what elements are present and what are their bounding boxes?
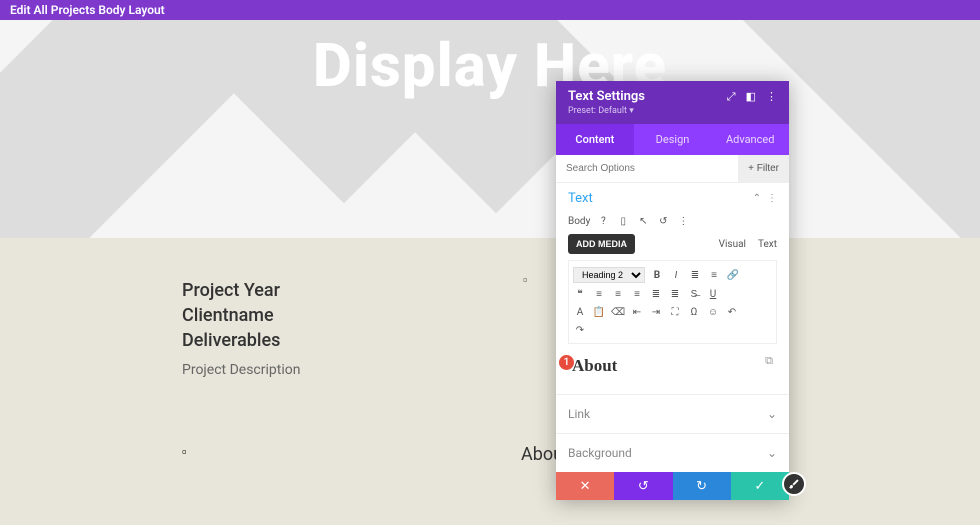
more-icon[interactable]: ⋮ [767,193,777,204]
section-title-link: Link [568,407,590,421]
rte-toolbar: Heading 2 B I ≣ ≡ 🔗 ❝ ≡ ≡ ≡ ≣ ≣ S̶ U A 📋… [568,260,777,344]
top-bar: Edit All Projects Body Layout [0,0,980,20]
visual-tab[interactable]: Visual [719,239,746,250]
add-media-button[interactable]: ADD MEDIA [568,234,635,254]
redo-button[interactable]: ↻ [673,472,731,500]
body-label: Body [568,216,590,227]
expand-icon[interactable]: ⤢ [727,90,736,104]
undo-button[interactable]: ↺ [614,472,672,500]
strike-icon[interactable]: S̶ [687,287,701,301]
broken-image-icon [523,272,530,288]
editor-area[interactable]: 1 About ⧉ [568,344,777,386]
ol-icon[interactable]: ≡ [707,268,721,282]
step-marker: 1 [558,354,575,371]
content-area: Project Year Clientname Deliverables Pro… [0,238,980,378]
align-left-icon[interactable]: ≡ [592,287,606,301]
italic-icon[interactable]: I [669,268,683,282]
link-icon[interactable]: 🔗 [726,268,740,282]
panel-tabs: Content Design Advanced [556,124,789,155]
panel-title: Text Settings [568,89,645,104]
chevron-down-icon: ⌄ [767,446,777,460]
topbar-title: Edit All Projects Body Layout [10,3,165,17]
search-input[interactable] [556,155,738,182]
more-icon[interactable]: ⋮ [676,214,690,228]
help-icon[interactable]: ? [596,214,610,228]
cancel-button[interactable]: ✕ [556,472,614,500]
editor-heading[interactable]: About [572,356,773,376]
hero: Display Here [0,20,980,238]
tab-content[interactable]: Content [556,124,634,155]
text-tab[interactable]: Text [758,239,777,250]
clear-icon[interactable]: ⌫ [611,305,625,319]
background-section[interactable]: Background ⌄ [556,433,789,472]
section-title-bg: Background [568,446,632,460]
special-char-icon[interactable]: Ω [687,305,701,319]
underline-icon[interactable]: U [706,287,720,301]
panel-footer: ✕ ↺ ↻ ✓ [556,472,789,500]
link-section[interactable]: Link ⌄ [556,394,789,433]
broken-image-icon [182,444,189,460]
color-icon[interactable]: A [573,305,587,319]
fullscreen-icon[interactable]: ⛶ [668,305,682,319]
justify-icon[interactable]: ≣ [649,287,663,301]
align-right-icon[interactable]: ≡ [630,287,644,301]
hero-title: Display Here [0,20,980,101]
heading-select[interactable]: Heading 2 [573,267,645,283]
chevron-up-icon[interactable]: ⌃ [753,193,761,204]
save-button[interactable]: ✓ [731,472,789,500]
tab-advanced[interactable]: Advanced [711,124,789,155]
tablet-icon[interactable]: ▯ [616,214,630,228]
emoji-icon[interactable]: ☺ [706,305,720,319]
hover-icon[interactable]: ↖ [636,214,650,228]
settings-panel: Text Settings ⤢ ◧ ⋮ Preset: Default ▾ Co… [556,81,789,500]
filter-button[interactable]: + Filter [738,155,789,182]
outdent-icon[interactable]: ⇤ [630,305,644,319]
indent-icon[interactable]: ⇥ [649,305,663,319]
section-title-text[interactable]: Text [568,191,593,206]
dynamic-icon[interactable]: ⧉ [765,354,773,368]
paste-icon[interactable]: 📋 [592,305,606,319]
align-center-icon[interactable]: ≡ [611,287,625,301]
tab-design[interactable]: Design [634,124,712,155]
justify-full-icon[interactable]: ≣ [668,287,682,301]
text-section: Text ⌃ ⋮ Body ? ▯ ↖ ↺ ⋮ ADD MEDIA Visual… [556,183,789,394]
more-icon[interactable]: ⋮ [766,90,777,103]
undo-icon[interactable]: ↶ [725,305,739,319]
quote-icon[interactable]: ❝ [573,287,587,301]
preset-label[interactable]: Preset: Default ▾ [568,106,777,116]
reset-icon[interactable]: ↺ [656,214,670,228]
brush-fab[interactable] [782,472,806,496]
redo-icon[interactable]: ↷ [573,323,587,337]
chevron-down-icon: ⌄ [767,407,777,421]
ul-icon[interactable]: ≣ [688,268,702,282]
panel-header[interactable]: Text Settings ⤢ ◧ ⋮ Preset: Default ▾ [556,81,789,124]
bold-icon[interactable]: B [650,268,664,282]
snap-icon[interactable]: ◧ [746,90,756,103]
search-row: + Filter [556,155,789,183]
